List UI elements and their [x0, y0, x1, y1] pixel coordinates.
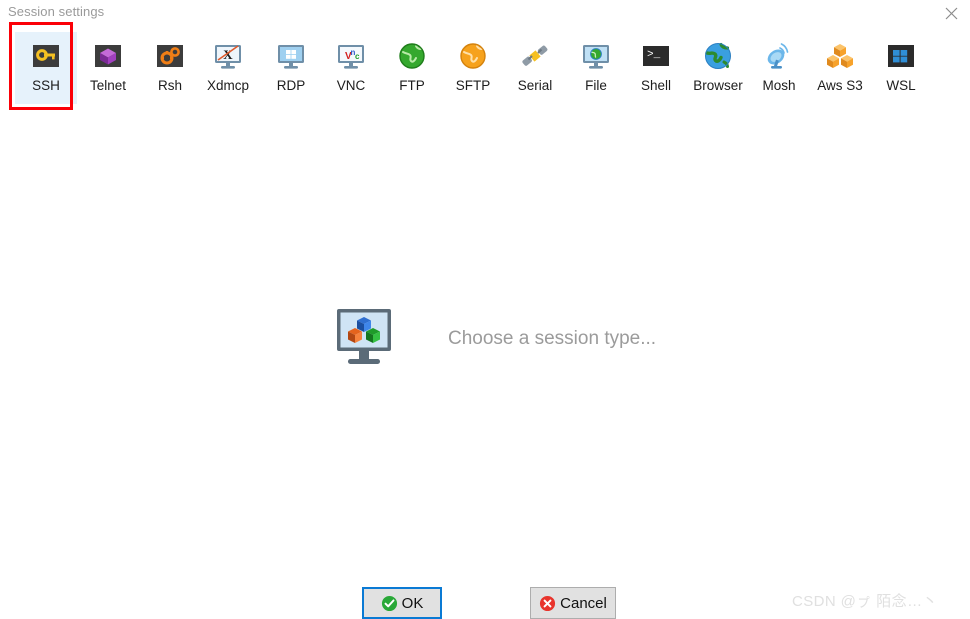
session-type-sftp[interactable]: SFTP: [442, 32, 504, 104]
file-monitor-icon: [580, 40, 612, 72]
close-icon: [945, 7, 957, 19]
session-type-rsh[interactable]: Rsh: [139, 32, 201, 104]
shell-terminal-icon: >_: [640, 40, 672, 72]
session-type-label: RDP: [276, 78, 306, 93]
session-type-label: Xdmcp: [206, 78, 250, 93]
session-type-label: Shell: [640, 78, 672, 93]
error-circle-icon: [540, 595, 556, 611]
xdmcp-monitor-icon: X: [212, 40, 244, 72]
session-type-label: FTP: [399, 78, 425, 93]
cancel-button-label: Cancel: [560, 594, 607, 612]
rsh-gears-icon: [154, 40, 186, 72]
session-type-mosh[interactable]: Mosh: [748, 32, 810, 104]
session-type-label: Aws S3: [817, 78, 863, 93]
rdp-monitor-icon: [275, 40, 307, 72]
session-type-rdp[interactable]: RDP: [260, 32, 322, 104]
vnc-monitor-icon: V n c: [335, 40, 367, 72]
session-type-label: Browser: [693, 78, 743, 93]
session-type-file[interactable]: File: [565, 32, 627, 104]
session-type-label: WSL: [886, 78, 916, 93]
session-type-awss3[interactable]: Aws S3: [809, 32, 871, 104]
wsl-windows-icon: [885, 40, 917, 72]
session-type-label: Serial: [517, 78, 553, 93]
check-circle-icon: [381, 595, 397, 611]
session-type-wsl[interactable]: WSL: [870, 32, 932, 104]
telnet-cube-icon: [92, 40, 124, 72]
session-type-ftp[interactable]: FTP: [381, 32, 443, 104]
session-type-label: Mosh: [762, 78, 796, 93]
session-type-telnet[interactable]: Telnet: [77, 32, 139, 104]
window-title: Session settings: [8, 4, 105, 19]
session-placeholder: Choose a session type...: [334, 305, 657, 373]
session-type-xdmcp[interactable]: X Xdmcp: [197, 32, 259, 104]
session-type-label: VNC: [336, 78, 366, 93]
ok-button-label: OK: [401, 594, 424, 612]
ok-button[interactable]: OK: [362, 587, 442, 619]
svg-text:>_: >_: [647, 49, 661, 61]
session-type-label: Rsh: [157, 78, 182, 93]
placeholder-text: Choose a session type...: [448, 328, 657, 349]
ssh-key-icon: [30, 40, 62, 72]
mosh-satellite-icon: [763, 40, 795, 72]
session-type-ssh[interactable]: SSH: [15, 32, 77, 104]
session-type-vnc[interactable]: V n c VNC: [320, 32, 382, 104]
session-type-label: Telnet: [89, 78, 127, 93]
session-type-label: SSH: [32, 78, 60, 93]
session-type-toolbar: SSH Telnet Rsh X Xdmcp RDP V n c VNC FTP…: [0, 26, 970, 108]
browser-globe-icon: [702, 40, 734, 72]
watermark: CSDN @ㇷ゚ 陌念…丶: [792, 593, 938, 610]
aws-s3-cubes-icon: [824, 40, 856, 72]
session-type-monitor-icon: [337, 309, 391, 364]
session-type-browser[interactable]: Browser: [687, 32, 749, 104]
title-bar: Session settings: [0, 0, 970, 26]
sftp-globe-icon: [457, 40, 489, 72]
close-button[interactable]: [938, 2, 964, 24]
session-type-shell[interactable]: >_ Shell: [625, 32, 687, 104]
ftp-globe-icon: [396, 40, 428, 72]
svg-text:c: c: [355, 52, 360, 61]
session-type-label: File: [585, 78, 607, 93]
session-type-label: SFTP: [455, 78, 491, 93]
cancel-button[interactable]: Cancel: [530, 587, 616, 619]
serial-plug-icon: [519, 40, 551, 72]
session-type-serial[interactable]: Serial: [504, 32, 566, 104]
